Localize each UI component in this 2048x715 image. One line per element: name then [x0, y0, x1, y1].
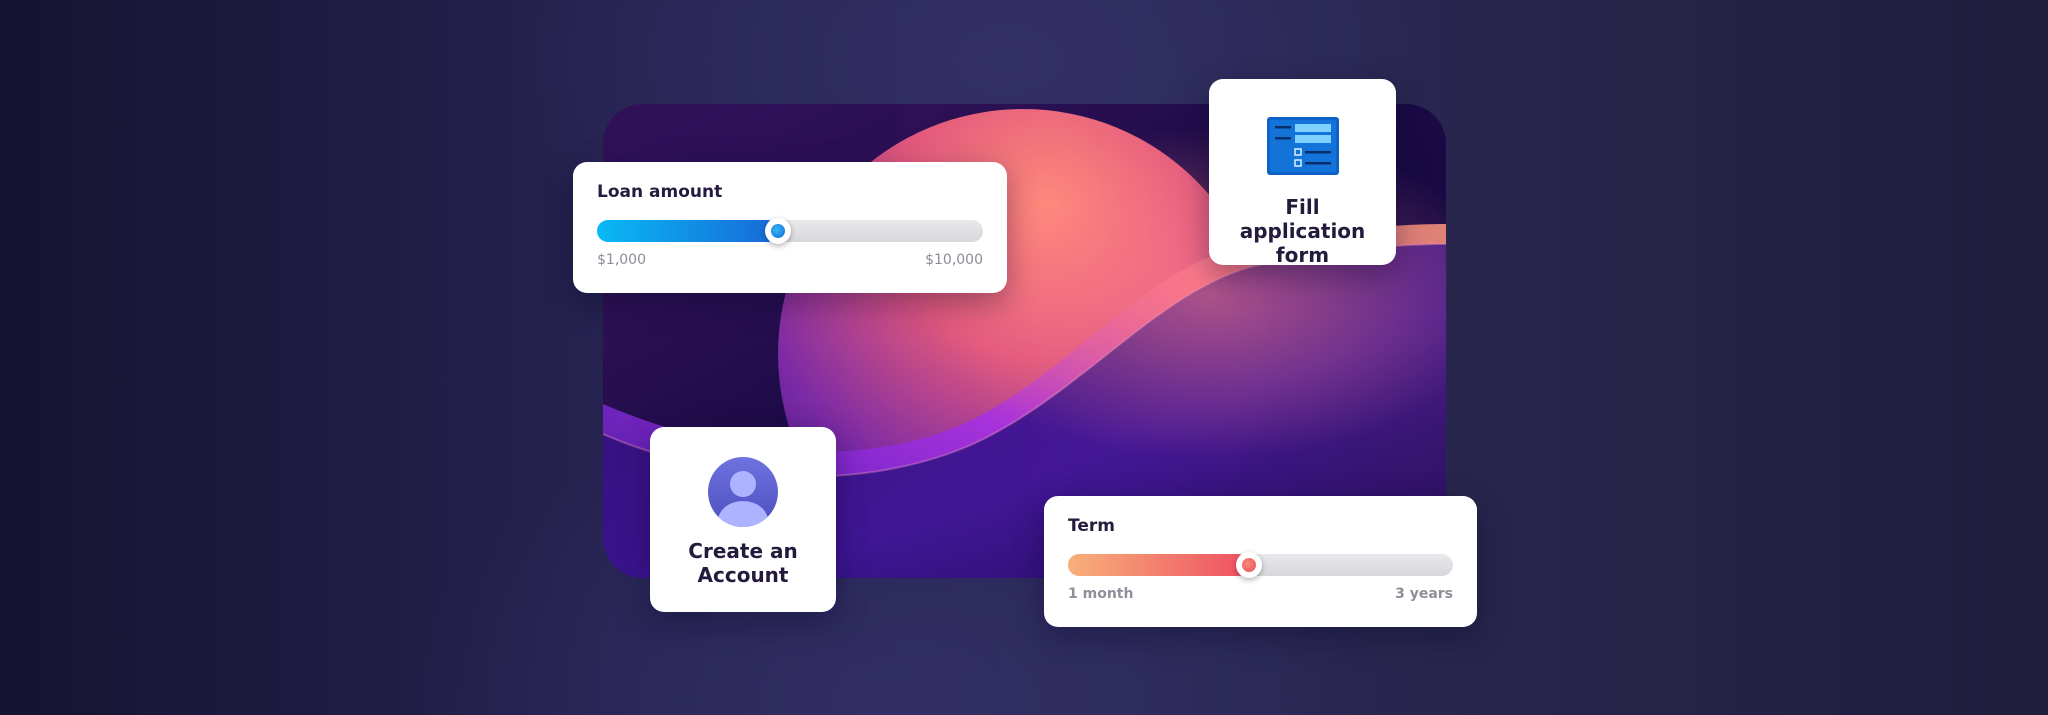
term-slider[interactable]: [1068, 552, 1453, 578]
loan-amount-label: Loan amount: [597, 182, 723, 202]
term-card: Term 1 month 3 years: [1044, 496, 1477, 627]
term-max: 3 years: [1395, 586, 1453, 602]
term-min: 1 month: [1068, 586, 1134, 602]
create-account-card[interactable]: Create an Account: [650, 427, 836, 612]
loan-amount-min: $1,000: [597, 252, 646, 268]
loan-amount-slider[interactable]: [597, 218, 983, 244]
term-label: Term: [1068, 516, 1115, 536]
term-slider-fill: [1068, 554, 1249, 576]
promo-banner: Loan amount $1,000 $10,000 Fill applicat…: [0, 0, 2048, 715]
fill-application-form-card[interactable]: Fill application form: [1209, 79, 1396, 267]
form-document-icon: [1267, 117, 1339, 175]
loan-amount-max: $10,000: [925, 252, 983, 268]
term-slider-thumb[interactable]: [1235, 552, 1262, 578]
loan-amount-slider-thumb[interactable]: [765, 218, 792, 244]
loan-amount-slider-fill: [597, 220, 779, 242]
user-avatar-icon: [708, 457, 778, 527]
create-account-title: Create an Account: [688, 539, 798, 587]
loan-amount-card: Loan amount $1,000 $10,000: [573, 162, 1007, 293]
fill-application-form-title: Fill application form: [1239, 195, 1366, 267]
